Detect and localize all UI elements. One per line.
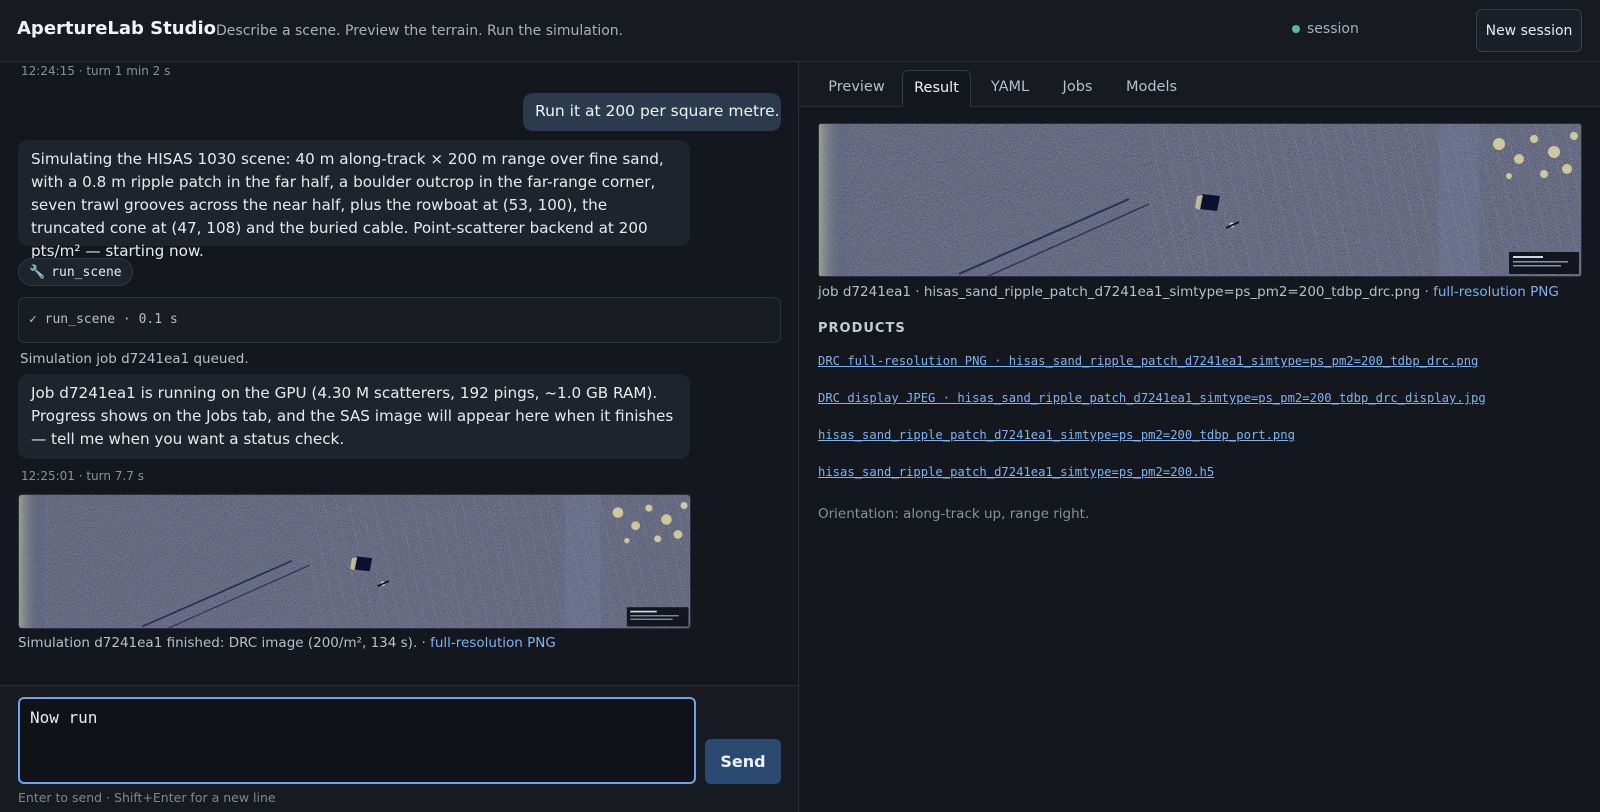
result-caption: job d7241ea1 · hisas_sand_ripple_patch_d… [818,284,1559,300]
sas-image [819,124,1581,276]
product-link-h5[interactable]: hisas_sand_ripple_patch_d7241ea1_simtype… [818,465,1214,479]
sas-image-thumbnail[interactable] [18,494,691,629]
tool-call-label: run_scene [51,264,122,280]
assistant-message: Job d7241ea1 is running on the GPU (4.30… [18,374,690,459]
tab-preview[interactable]: Preview [818,70,895,107]
composer: Send Enter to send · Shift+Enter for a n… [0,685,798,812]
turn-meta: 12:24:15 · turn 1 min 2 s [21,64,171,78]
full-resolution-link[interactable]: full-resolution PNG [430,635,556,651]
job-queued-status: Simulation job d7241ea1 queued. [20,351,249,367]
orientation-note: Orientation: along-track up, range right… [818,506,1090,522]
sas-image [19,495,690,628]
top-bar: ApertureLab Studio Describe a scene. Pre… [0,0,1600,62]
caption-text: job d7241ea1 · hisas_sand_ripple_patch_d… [818,284,1434,300]
products-heading: PRODUCTS [818,321,906,336]
tool-call-chip[interactable]: 🔧 run_scene [18,258,133,286]
finished-text: Simulation d7241ea1 finished: DRC image … [18,635,431,651]
status-dot-icon [1292,25,1300,33]
tab-jobs[interactable]: Jobs [1049,70,1106,107]
wrench-icon: 🔧 [29,264,46,280]
full-resolution-link[interactable]: full-resolution PNG [1433,284,1559,300]
send-button[interactable]: Send [705,739,781,784]
result-image[interactable] [818,123,1582,277]
product-link-drc-png[interactable]: DRC full-resolution PNG · hisas_sand_rip… [818,354,1478,368]
tab-models[interactable]: Models [1113,70,1190,107]
product-link-drc-jpeg[interactable]: DRC display JPEG · hisas_sand_ripple_pat… [818,391,1486,405]
product-link-port-png[interactable]: hisas_sand_ripple_patch_d7241ea1_simtype… [818,428,1295,442]
tab-yaml[interactable]: YAML [978,70,1042,107]
assistant-message: Simulating the HISAS 1030 scene: 40 m al… [18,140,690,260]
tool-result: ✓ run_scene · 0.1 s [18,297,781,343]
tab-result[interactable]: Result [902,70,971,107]
message-input[interactable] [18,697,696,784]
user-message: Run it at 200 per square metre. [523,93,781,131]
tab-bar: Preview Result YAML Jobs Models [799,62,1600,107]
chat-panel[interactable]: 12:24:15 · turn 1 min 2 s Run it at 200 … [0,62,798,685]
turn-meta: 12:25:01 · turn 7.7 s [21,469,144,483]
app-title: ApertureLab Studio [17,18,216,39]
session-label: session [1307,21,1359,37]
result-panel: Preview Result YAML Jobs Models job d724… [798,62,1600,812]
simulation-finished-status: Simulation d7241ea1 finished: DRC image … [18,635,556,651]
app-tagline: Describe a scene. Preview the terrain. R… [216,23,624,39]
session-indicator: session [1292,21,1359,37]
composer-hint: Enter to send · Shift+Enter for a new li… [18,790,276,805]
new-session-button[interactable]: New session [1476,9,1582,52]
